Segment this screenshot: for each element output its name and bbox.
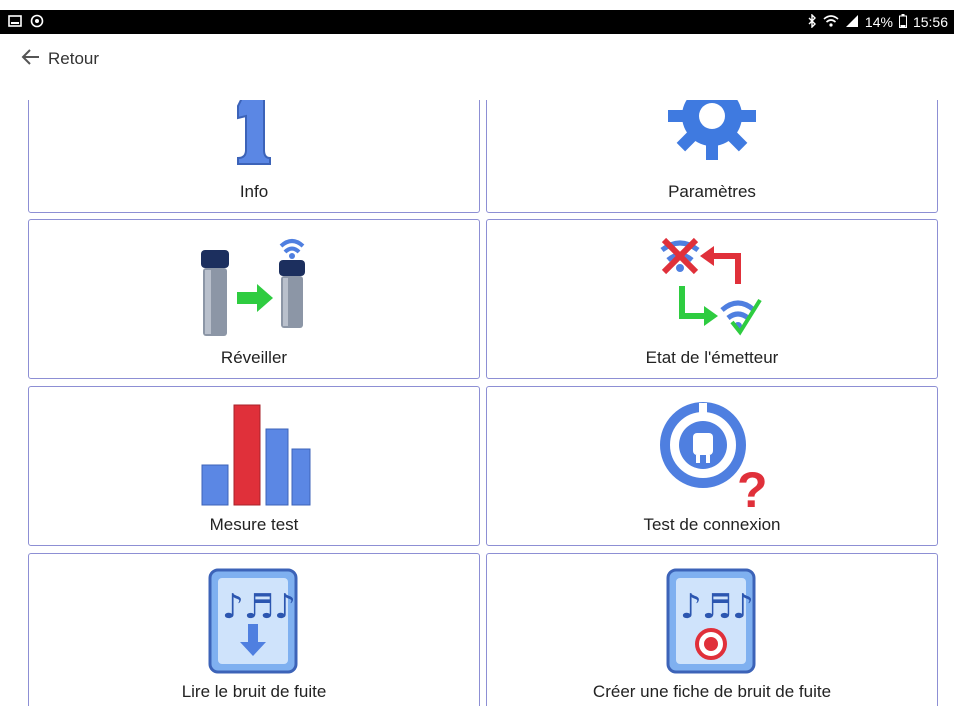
gear-icon [657,100,767,169]
wifi-icon [823,14,839,31]
tile-etat-emetteur[interactable]: Etat de l'émetteur [486,219,938,379]
read-leak-noise-icon: ♪♬♪ [204,566,304,681]
arrow-left-icon [20,48,40,71]
tile-label: Créer une fiche de bruit de fuite [592,682,832,701]
battery-percent: 14% [864,14,893,30]
tile-label: Lire le bruit de fuite [181,682,327,701]
tile-test-connexion[interactable]: ? Test de connexion [486,386,938,546]
battery-icon [898,13,907,31]
tile-parametres[interactable]: Paramètres [486,100,938,213]
tile-label: Paramètres [668,182,756,201]
record-leak-noise-icon: ♪♬♪ [662,566,762,681]
connection-test-icon: ? [657,399,768,518]
sync-icon [30,14,44,31]
back-button[interactable]: Retour [20,48,99,71]
svg-text:?: ? [737,462,767,511]
tile-label: Info [239,182,269,201]
tile-creer-fiche[interactable]: ♪♬♪ Créer une fiche de bruit de fuite [486,553,938,706]
number-one-icon [224,100,284,171]
top-bar: Retour [0,42,954,76]
tile-label: Mesure test [209,515,299,534]
status-bar: 14% 15:56 [0,10,954,34]
tile-label: Réveiller [220,348,288,367]
clock: 15:56 [912,14,948,30]
svg-text:♪♬♪: ♪♬♪ [680,587,754,627]
transmitter-status-icon [652,232,772,349]
signal-icon [845,14,859,31]
bluetooth-icon [807,12,817,31]
back-label: Retour [48,49,100,68]
tile-label: Test de connexion [643,515,781,534]
tile-label: Etat de l'émetteur [645,348,779,367]
gallery-icon [8,14,22,30]
svg-text:♪♬♪: ♪♬♪ [222,587,296,627]
tile-lire-bruit[interactable]: ♪♬♪ Lire le bruit de fuite [28,553,480,706]
tile-info[interactable]: Info [28,100,480,213]
bar-chart-icon [194,399,314,512]
tile-mesure-test[interactable]: Mesure test [28,386,480,546]
wake-transmitter-icon [189,232,319,349]
menu-grid: Info Paramètres Réveiller Etat de l'émet… [0,100,954,706]
tile-reveiller[interactable]: Réveiller [28,219,480,379]
